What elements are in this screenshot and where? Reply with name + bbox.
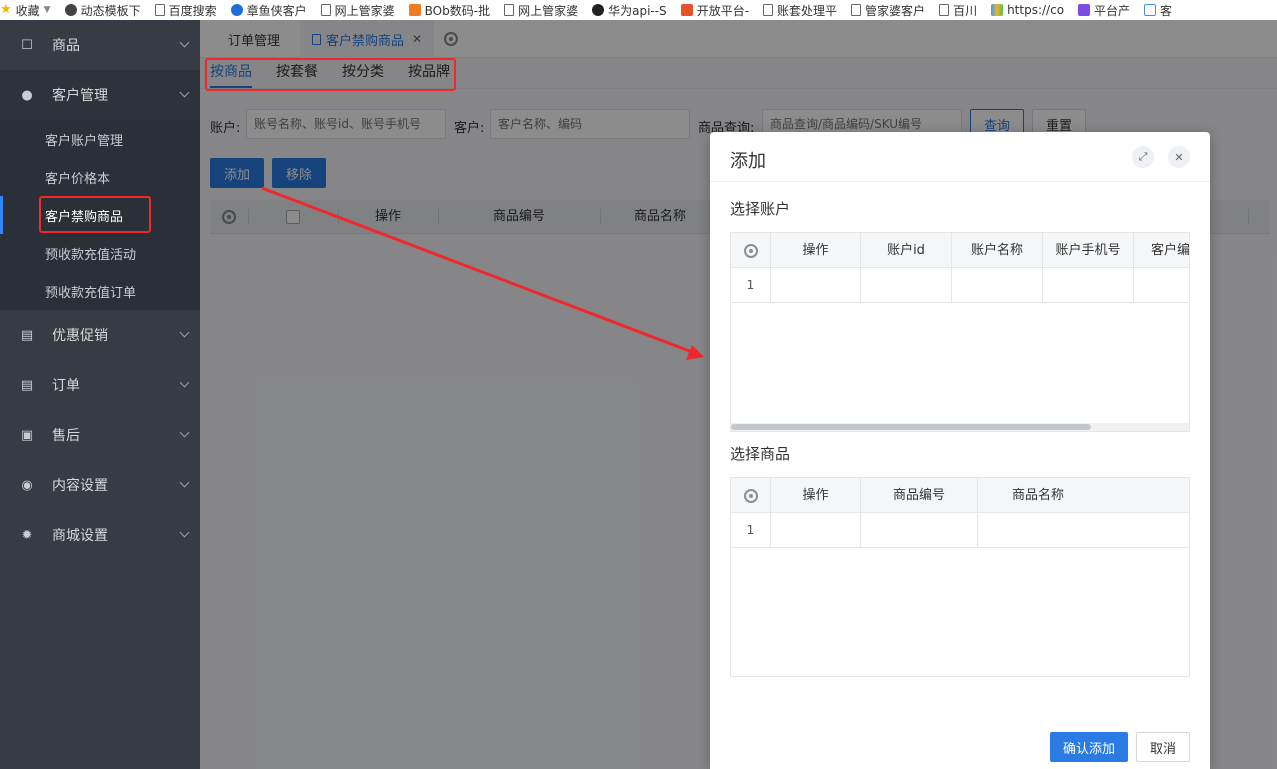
bookmark-item[interactable]: 百度搜索 bbox=[154, 2, 217, 19]
user-icon: ● bbox=[21, 87, 33, 103]
table-cell bbox=[861, 513, 978, 548]
doc-icon bbox=[939, 4, 950, 16]
select-account-title: 选择账户 bbox=[730, 200, 791, 218]
row-index: 1 bbox=[731, 268, 771, 303]
list-icon: ▤ bbox=[20, 377, 34, 393]
product-table: 操作 商品编号 商品名称 1 bbox=[730, 477, 1190, 677]
gear-icon: ✹ bbox=[21, 527, 33, 543]
clipboard-icon: ▣ bbox=[20, 427, 34, 443]
sidebar-item-customer-accounts[interactable]: 客户账户管理 bbox=[0, 120, 200, 158]
dialog-title: 添加 bbox=[730, 151, 766, 172]
list-icon: ▤ bbox=[20, 327, 34, 343]
box-icon: ☐ bbox=[21, 37, 33, 53]
bookmark-item[interactable]: 客 bbox=[1144, 2, 1172, 19]
sidebar-group-products[interactable]: ☐ 商品 bbox=[0, 20, 200, 70]
bookmarks-bar: ★ 收藏 ▼ 动态模板下 百度搜索 章鱼侠客户 网上管家婆 BOb数码-批 网上管家… bbox=[0, 0, 1277, 20]
column-settings[interactable] bbox=[731, 478, 771, 513]
table-cell bbox=[861, 268, 952, 303]
sidebar: ☐ 商品 ● 客户管理 客户账户管理 客户价格本 客户禁购商品 预收款充值活动 … bbox=[0, 20, 200, 769]
table-cell bbox=[771, 513, 861, 548]
bookmark-item[interactable]: 管家婆客户 bbox=[851, 2, 925, 19]
gear-icon bbox=[743, 243, 758, 258]
sidebar-item-prepay-activity[interactable]: 预收款充值活动 bbox=[0, 234, 200, 272]
bookmark-item[interactable]: 华为api--S bbox=[592, 2, 667, 19]
sidebar-group-orders[interactable]: ▤ 订单 bbox=[0, 360, 200, 410]
table-row[interactable]: 1 bbox=[731, 513, 1189, 548]
bookmark-item[interactable]: 平台产 bbox=[1078, 2, 1130, 19]
column-account-phone: 账户手机号 bbox=[1043, 233, 1134, 268]
table-cell bbox=[952, 268, 1043, 303]
sidebar-group-promotions[interactable]: ▤ 优惠促销 bbox=[0, 310, 200, 360]
doc-icon bbox=[763, 4, 774, 16]
scrollbar-thumb[interactable] bbox=[731, 424, 1091, 430]
box-icon bbox=[1144, 4, 1157, 16]
sidebar-item-price-book[interactable]: 客户价格本 bbox=[0, 158, 200, 196]
face-icon bbox=[64, 4, 77, 16]
bookmark-item[interactable]: 动态模板下 bbox=[64, 2, 141, 19]
purple-icon bbox=[1078, 4, 1091, 16]
doc-icon bbox=[320, 4, 331, 16]
row-index: 1 bbox=[731, 513, 771, 548]
column-account-id: 账户id bbox=[861, 233, 952, 268]
sidebar-item-prepay-orders[interactable]: 预收款充值订单 bbox=[0, 272, 200, 310]
caret-down-icon: ▼ bbox=[43, 5, 51, 15]
confirm-add-button[interactable]: 确认添加 bbox=[1050, 732, 1128, 762]
sidebar-group-content[interactable]: ◉ 内容设置 bbox=[0, 460, 200, 510]
account-table-header: 操作 账户id 账户名称 账户手机号 客户编 bbox=[731, 233, 1190, 268]
sidebar-group-customers[interactable]: ● 客户管理 bbox=[0, 70, 200, 120]
column-operation: 操作 bbox=[771, 233, 861, 268]
table-cell bbox=[1134, 268, 1189, 303]
dialog-header: 添加 ⤢ ✕ bbox=[710, 132, 1210, 182]
table-cell bbox=[1043, 268, 1134, 303]
gear-icon bbox=[743, 488, 758, 503]
account-table: 操作 账户id 账户名称 账户手机号 客户编 1 bbox=[730, 232, 1190, 432]
sidebar-item-banned-products[interactable]: 客户禁购商品 bbox=[0, 196, 200, 234]
horizontal-scrollbar[interactable] bbox=[731, 423, 1189, 431]
multi-icon bbox=[991, 4, 1004, 16]
column-operation: 操作 bbox=[771, 478, 861, 513]
bookmark-item[interactable]: 网上管家婆 bbox=[320, 2, 395, 19]
close-icon[interactable]: ✕ bbox=[1168, 146, 1190, 168]
sidebar-group-shop-settings[interactable]: ✹ 商城设置 bbox=[0, 510, 200, 560]
chevron-down-icon bbox=[179, 327, 190, 338]
dark-icon bbox=[592, 4, 605, 16]
cancel-button[interactable]: 取消 bbox=[1136, 732, 1190, 762]
bookmark-item[interactable]: 网上管家婆 bbox=[504, 2, 578, 19]
orange-icon bbox=[408, 4, 421, 16]
add-dialog: 添加 ⤢ ✕ 选择账户 操作 账户id 账户名称 账户手机号 客户编 1 选择商… bbox=[710, 132, 1210, 769]
bookmark-item[interactable]: 开放平台- bbox=[680, 2, 749, 19]
column-settings[interactable] bbox=[731, 233, 771, 268]
bookmark-favorites[interactable]: ★ 收藏 ▼ bbox=[0, 2, 51, 19]
column-account-name: 账户名称 bbox=[952, 233, 1043, 268]
chevron-down-icon bbox=[179, 37, 190, 48]
column-customer-code: 客户编 bbox=[1151, 243, 1190, 258]
sidebar-group-aftersales[interactable]: ▣ 售后 bbox=[0, 410, 200, 460]
chevron-down-icon bbox=[179, 427, 190, 438]
column-product-code: 商品编号 bbox=[861, 478, 978, 513]
doc-icon bbox=[851, 4, 862, 16]
globe-icon bbox=[230, 4, 243, 16]
bookmark-item[interactable]: 百川 bbox=[939, 2, 977, 19]
bookmark-item[interactable]: BOb数码-批 bbox=[408, 2, 490, 19]
red-icon bbox=[680, 4, 693, 16]
table-cell bbox=[771, 268, 861, 303]
chevron-down-icon bbox=[179, 527, 190, 538]
bookmark-item[interactable]: https://co bbox=[991, 3, 1064, 17]
doc-icon bbox=[154, 4, 165, 16]
bookmark-item[interactable]: 账套处理平 bbox=[763, 2, 837, 19]
table-row[interactable]: 1 bbox=[731, 268, 1189, 303]
star-icon: ★ bbox=[0, 2, 12, 17]
select-product-title: 选择商品 bbox=[730, 445, 791, 463]
product-table-header: 操作 商品编号 商品名称 bbox=[731, 478, 1189, 513]
fullscreen-icon[interactable]: ⤢ bbox=[1132, 146, 1154, 168]
chevron-down-icon bbox=[179, 477, 190, 488]
doc-icon bbox=[504, 4, 515, 16]
table-cell bbox=[978, 513, 1189, 548]
chevron-down-icon bbox=[179, 87, 190, 98]
column-product-name: 商品名称 bbox=[1011, 488, 1064, 503]
sidebar-submenu-customers: 客户账户管理 客户价格本 客户禁购商品 预收款充值活动 预收款充值订单 bbox=[0, 120, 200, 310]
chevron-down-icon bbox=[179, 377, 190, 388]
eye-icon: ◉ bbox=[21, 477, 33, 493]
bookmark-item[interactable]: 章鱼侠客户 bbox=[230, 2, 307, 19]
